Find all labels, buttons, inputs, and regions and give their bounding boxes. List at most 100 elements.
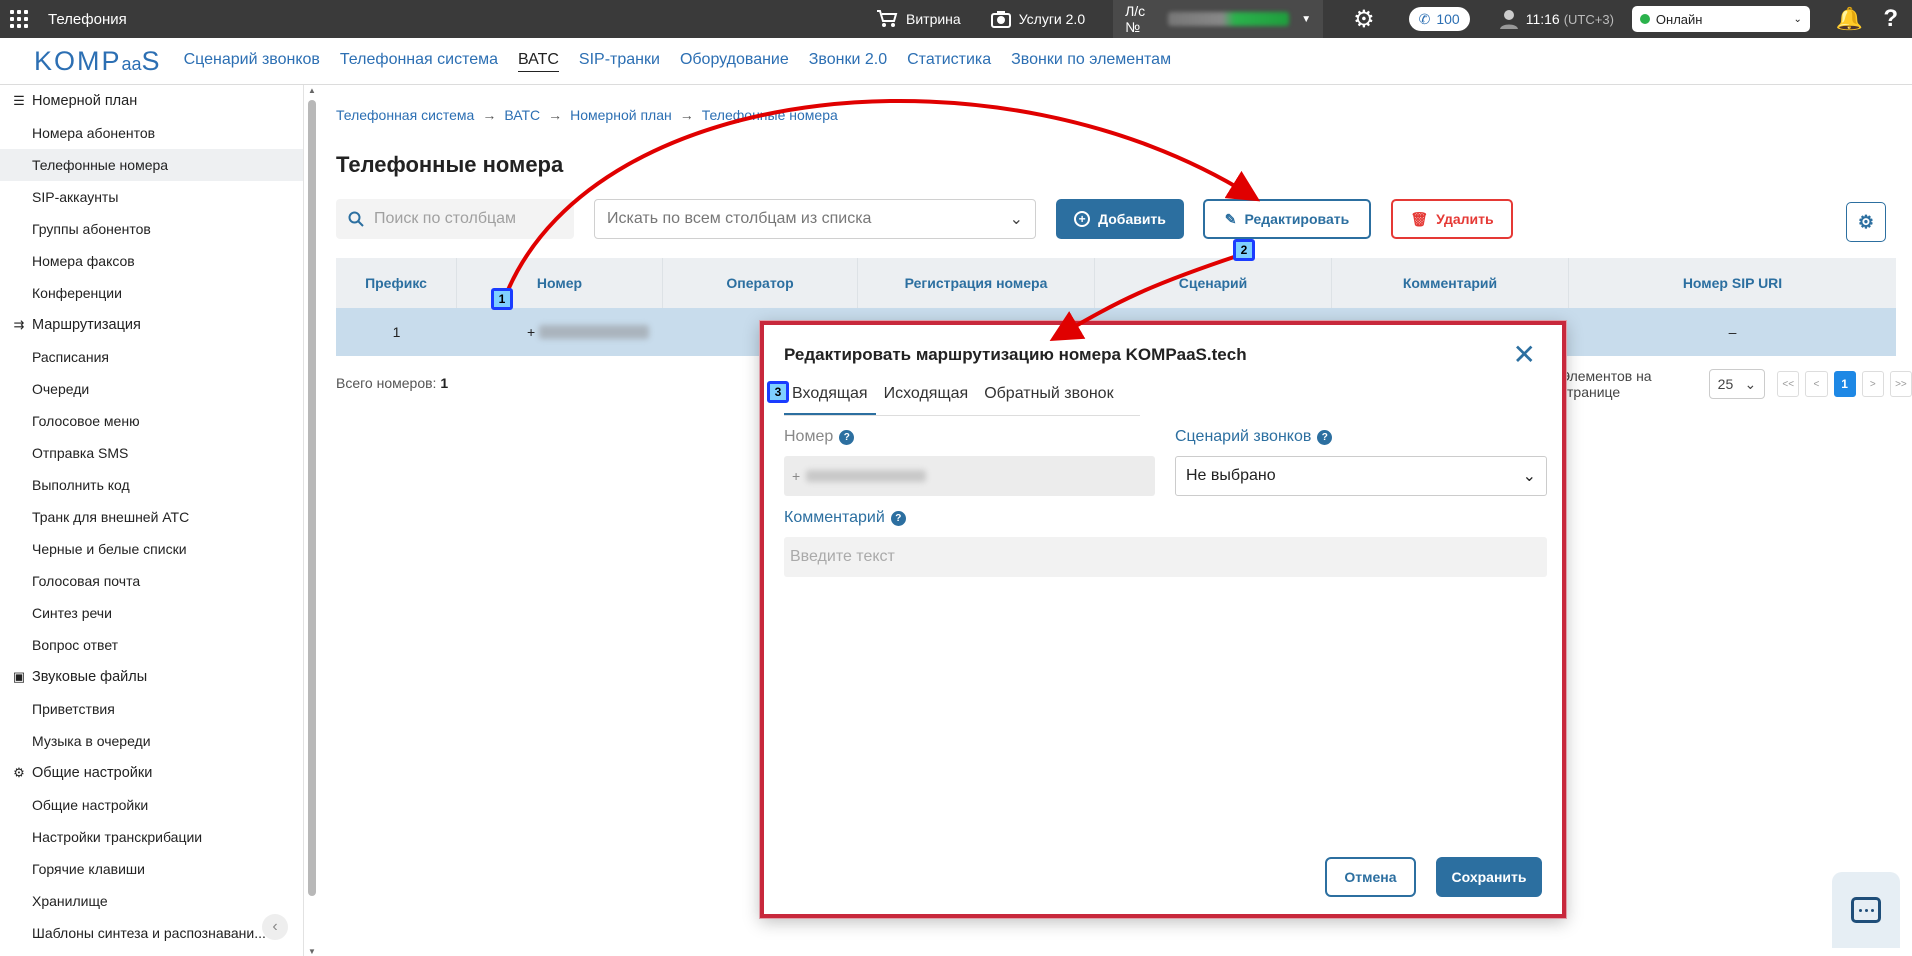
- add-button[interactable]: + Добавить: [1056, 199, 1184, 239]
- nav-phone-system[interactable]: Телефонная система: [340, 51, 498, 72]
- help-icon[interactable]: ?: [890, 510, 906, 526]
- settings-icon[interactable]: ⚙: [1353, 5, 1375, 34]
- prev-page-button[interactable]: <: [1805, 371, 1828, 397]
- sidebar-item[interactable]: Транк для внешней АТС: [0, 501, 303, 533]
- search-columns-select[interactable]: Искать по всем столбцам из списка ⌄: [594, 199, 1036, 239]
- next-page-button[interactable]: >: [1861, 371, 1884, 397]
- help-button[interactable]: ?: [1883, 5, 1898, 33]
- step-marker: 1: [491, 288, 513, 310]
- sidebar-item[interactable]: Голосовая почта: [0, 565, 303, 597]
- breadcrumb-item[interactable]: Номерной план: [570, 107, 672, 123]
- sidebar-item[interactable]: Хранилище: [0, 885, 303, 917]
- chat-button[interactable]: [1832, 872, 1900, 948]
- sound-files-icon: ▣: [12, 669, 26, 684]
- save-button[interactable]: Сохранить: [1436, 857, 1542, 897]
- sidebar-item[interactable]: Расписания: [0, 341, 303, 373]
- column-header[interactable]: Регистрация номера: [858, 258, 1095, 308]
- phone-icon: ✆: [1418, 10, 1431, 27]
- trash-icon: 🗑: [1410, 210, 1429, 227]
- sidebar-group-routing[interactable]: ⇉ Маршрутизация: [0, 309, 303, 341]
- gear-icon: ⚙: [1857, 211, 1875, 232]
- cell-prefix: 1: [392, 324, 401, 340]
- total-count: Всего номеров: 1: [336, 375, 449, 391]
- nav-vats[interactable]: ВАТС: [518, 51, 559, 72]
- sidebar-item[interactable]: Голосовое меню: [0, 405, 303, 437]
- nav-call-scenario[interactable]: Сценарий звонков: [184, 51, 320, 72]
- showcase-link[interactable]: Витрина: [876, 9, 961, 29]
- search-input[interactable]: Поиск по столбцам: [336, 199, 574, 239]
- apps-grid-icon[interactable]: [10, 10, 28, 28]
- sidebar-group-general[interactable]: ⚙ Общие настройки: [0, 757, 303, 789]
- nav-statistics[interactable]: Статистика: [907, 51, 991, 72]
- column-header[interactable]: Оператор: [663, 258, 858, 308]
- sidebar-item[interactable]: Шаблоны синтеза и распознавани...: [0, 917, 303, 949]
- column-header[interactable]: Номер: [457, 258, 663, 308]
- nav-calls-2[interactable]: Звонки 2.0: [809, 51, 887, 72]
- comment-input[interactable]: Введите текст: [784, 537, 1547, 577]
- help-icon[interactable]: ?: [1317, 429, 1333, 445]
- status-select[interactable]: Онлайн ⌄: [1631, 6, 1810, 32]
- account-selector[interactable]: Л/с № ▼: [1113, 0, 1324, 38]
- column-header[interactable]: Префикс: [336, 258, 457, 308]
- logo[interactable]: KOMPaaS: [34, 46, 162, 77]
- scroll-thumb[interactable]: [308, 100, 316, 896]
- cancel-button[interactable]: Отмена: [1325, 857, 1416, 897]
- number-redacted: [806, 470, 927, 482]
- last-page-button[interactable]: >>: [1889, 371, 1912, 397]
- routing-icon: ⇉: [13, 317, 25, 332]
- pagination: Элементов на странице 25 ⌄ << < 1 > >>: [1560, 368, 1912, 400]
- scenario-select[interactable]: Не выбрано ⌄: [1175, 456, 1547, 496]
- sidebar-item-phone-numbers[interactable]: Телефонные номера: [0, 149, 303, 181]
- sidebar-item[interactable]: Вопрос ответ: [0, 629, 303, 661]
- page-button[interactable]: 1: [1833, 371, 1856, 397]
- dialog-tabs: Входящая Исходящая Обратный звонок: [784, 385, 1140, 416]
- chevron-down-icon: ⌄: [1009, 211, 1023, 228]
- breadcrumb-item[interactable]: Телефонная система: [336, 107, 474, 123]
- column-header[interactable]: Номер SIP URI: [1569, 258, 1896, 308]
- sidebar-item[interactable]: Синтез речи: [0, 597, 303, 629]
- scroll-up-icon[interactable]: ▲: [307, 86, 317, 95]
- tab-callback[interactable]: Обратный звонок: [976, 385, 1121, 415]
- column-header[interactable]: Комментарий: [1332, 258, 1569, 308]
- nav-equipment[interactable]: Оборудование: [680, 51, 789, 72]
- delete-button[interactable]: 🗑 Удалить: [1391, 199, 1513, 239]
- sidebar-item[interactable]: Номера факсов: [0, 245, 303, 277]
- sidebar-item[interactable]: Очереди: [0, 373, 303, 405]
- edit-button[interactable]: ✎ Редактировать: [1203, 199, 1371, 239]
- sidebar-item[interactable]: Отправка SMS: [0, 437, 303, 469]
- help-icon[interactable]: ?: [839, 429, 855, 445]
- sidebar-item[interactable]: Черные и белые списки: [0, 533, 303, 565]
- sidebar-item[interactable]: SIP-аккаунты: [0, 181, 303, 213]
- sidebar-item[interactable]: Общие настройки: [0, 789, 303, 821]
- table-settings-button[interactable]: ⚙: [1846, 202, 1886, 242]
- breadcrumb-item[interactable]: ВАТС: [504, 107, 540, 123]
- sidebar-item[interactable]: Приветствия: [0, 693, 303, 725]
- sidebar-item[interactable]: Конференции: [0, 277, 303, 309]
- sidebar-item[interactable]: Группы абонентов: [0, 213, 303, 245]
- column-header[interactable]: Сценарий: [1095, 258, 1332, 308]
- nav-calls-by-elements[interactable]: Звонки по элементам: [1011, 51, 1171, 72]
- bell-icon[interactable]: 🔔: [1836, 6, 1863, 32]
- close-icon[interactable]: ✕: [1513, 341, 1536, 369]
- sidebar-item[interactable]: Выполнить код: [0, 469, 303, 501]
- sidebar-scrollbar[interactable]: ▲ ▼: [307, 86, 317, 956]
- nav-sip-trunks[interactable]: SIP-транки: [579, 51, 660, 72]
- tab-incoming[interactable]: Входящая: [784, 385, 876, 415]
- tab-outgoing[interactable]: Исходящая: [876, 385, 977, 415]
- breadcrumb-item: Телефонные номера: [701, 107, 838, 123]
- caret-down-icon: ▼: [1301, 13, 1312, 25]
- sidebar-item[interactable]: Музыка в очереди: [0, 725, 303, 757]
- first-page-button[interactable]: <<: [1777, 371, 1800, 397]
- sidebar-group-numplan[interactable]: ☰ Номерной план: [0, 85, 303, 117]
- scroll-down-icon[interactable]: ▼: [307, 947, 317, 956]
- sidebar-item[interactable]: Номера абонентов: [0, 117, 303, 149]
- services-link[interactable]: Услуги 2.0: [990, 9, 1085, 29]
- cell-sip-uri: –: [1728, 324, 1737, 340]
- clock-display: 11:16 (UTC+3): [1499, 9, 1614, 29]
- sidebar-item[interactable]: Горячие клавиши: [0, 853, 303, 885]
- calls-counter[interactable]: ✆ 100: [1408, 7, 1470, 31]
- collapse-sidebar-button[interactable]: ‹: [262, 914, 288, 940]
- sidebar-group-sounds[interactable]: ▣ Звуковые файлы: [0, 661, 303, 693]
- per-page-select[interactable]: 25 ⌄: [1708, 369, 1766, 399]
- sidebar-item[interactable]: Настройки транскрибации: [0, 821, 303, 853]
